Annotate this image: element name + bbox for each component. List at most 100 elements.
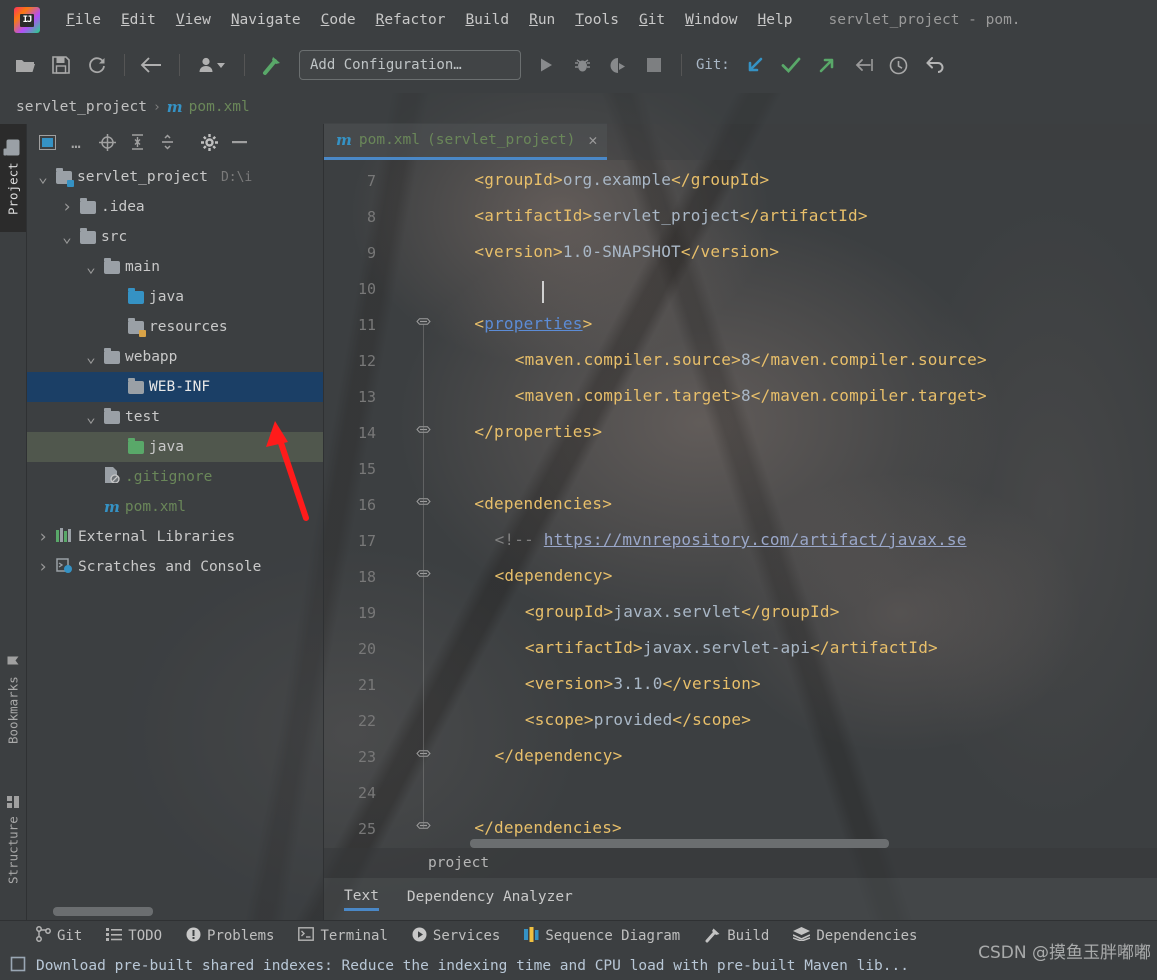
breadcrumb-project[interactable]: servlet_project [16,99,147,115]
chevron-down-icon[interactable]: ⌄ [83,409,99,425]
tree-node[interactable]: java [27,282,323,312]
tree-node[interactable]: › External Libraries [27,522,323,552]
tool-window-button-build[interactable]: Build [704,926,769,947]
menu-navigate[interactable]: Navigate [221,10,311,30]
rollback-icon[interactable] [918,50,952,80]
hammer-icon[interactable] [255,50,289,80]
user-dropdown-icon[interactable] [190,50,234,80]
gear-icon[interactable] [195,129,223,155]
tool-window-button-todo[interactable]: TODO [106,927,162,945]
editor-gutter[interactable]: 7 8 9 10 11 12 13 14 15 16 17 18 19 20 21 22 23 24 25 [324,160,434,848]
code-line[interactable]: <maven.compiler.target>8</maven.compiler… [515,386,987,405]
tool-window-button-problems[interactable]: Problems [186,927,274,946]
tree-node[interactable]: resources [27,312,323,342]
chevron-right-icon[interactable]: › [59,197,75,217]
chevron-down-icon[interactable]: ⌄ [35,169,51,185]
editor-tab-pom-xml[interactable]: m pom.xml (servlet_project) ✕ [324,123,608,160]
push-arrow-icon[interactable] [810,50,844,80]
debug-icon[interactable] [565,50,599,80]
update-project-icon[interactable] [738,50,772,80]
xml-comment-link[interactable]: https://mvnrepository.com/artifact/javax… [544,530,967,549]
history-clock-icon[interactable] [882,50,916,80]
tree-node[interactable]: ⌄ servlet_project D:\i [27,162,323,192]
tool-window-button-terminal[interactable]: Terminal [298,927,388,945]
code-line[interactable]: <version>1.0-SNAPSHOT</version> [474,242,779,261]
tree-node[interactable]: WEB-INF [27,372,323,402]
code-line[interactable]: <scope>provided</scope> [525,710,751,729]
line-number: 22 [357,712,376,730]
editor-hscrollbar[interactable] [434,839,1157,848]
refresh-icon[interactable] [80,50,114,80]
code-line[interactable]: <groupId>org.example</groupId> [474,170,769,189]
xml-value: 8 [740,386,751,405]
code-line[interactable]: <dependency> [495,566,613,585]
scroll-from-source-icon[interactable] [93,129,121,155]
code-line[interactable]: </dependency> [495,746,623,765]
tool-window-button-dependencies[interactable]: Dependencies [793,927,918,945]
code-line[interactable]: <groupId>javax.servlet</groupId> [525,602,840,621]
code-line[interactable]: <artifactId>servlet_project</artifactId> [474,206,867,225]
tree-node[interactable]: ⌄ test [27,402,323,432]
menu-tools[interactable]: Tools [565,10,629,30]
tree-node[interactable]: m pom.xml [27,492,323,522]
ellipsis-icon[interactable]: … [63,129,91,155]
tree-node[interactable]: ⌄ src [27,222,323,252]
breadcrumb-file[interactable]: pom.xml [189,99,250,115]
menu-build[interactable]: Build [455,10,519,30]
minimize-icon[interactable] [225,129,253,155]
code-line[interactable]: <maven.compiler.source>8</maven.compiler… [515,350,987,369]
menu-help[interactable]: Help [748,10,803,30]
code-editor[interactable]: 7 8 9 10 11 12 13 14 15 16 17 18 19 20 21 22 23 24 25 <gro… [324,160,1157,848]
tree-node[interactable]: java [27,432,323,462]
tool-window-button-sequence-diagram[interactable]: Sequence Diagram [524,926,680,946]
run-with-coverage-icon[interactable] [601,50,635,80]
menu-git[interactable]: Git [629,10,675,30]
editor-bottom-tab[interactable]: Text [344,888,379,911]
menu-file[interactable]: File [56,10,111,30]
code-line[interactable]: </properties> [474,422,602,441]
close-icon[interactable]: ✕ [588,131,597,149]
chevron-down-icon[interactable]: ⌄ [59,229,75,245]
tool-window-button-services[interactable]: Services [412,927,500,946]
tree-node[interactable]: ⌄ webapp [27,342,323,372]
arrow-left-icon[interactable] [135,50,169,80]
commit-checkmark-icon[interactable] [774,50,808,80]
project-tree-hscrollbar[interactable] [53,907,315,916]
menu-window[interactable]: Window [675,10,747,30]
menu-refactor[interactable]: Refactor [366,10,456,30]
code-line[interactable]: <properties> [474,314,592,333]
window-mode-icon[interactable] [33,129,61,155]
menu-run[interactable]: Run [519,10,565,30]
rail-tab-structure[interactable]: Structure [0,774,26,906]
tree-node[interactable]: › .idea [27,192,323,222]
rail-tab-project[interactable]: Project [0,124,26,232]
code-line[interactable]: </dependencies> [474,818,622,837]
code-line[interactable]: <dependencies> [474,494,612,513]
save-icon[interactable] [44,50,78,80]
status-message[interactable]: Download pre-built shared indexes: Reduc… [36,958,909,974]
collapse-all-icon[interactable] [153,129,181,155]
code-lines[interactable]: <groupId>org.example</groupId> <artifactI… [434,160,1157,848]
chevron-right-icon[interactable]: › [35,557,51,577]
run-configuration-selector[interactable]: Add Configuration… [299,50,521,80]
tool-window-button-git[interactable]: Git [36,926,82,946]
tree-node[interactable]: ⌄ main [27,252,323,282]
menu-edit[interactable]: Edit [111,10,166,30]
code-line[interactable]: <artifactId>javax.servlet-api</artifactI… [525,638,938,657]
stop-icon[interactable] [637,50,671,80]
code-line[interactable]: <version>3.1.0</version> [525,674,761,693]
tree-node[interactable]: .gitignore [27,462,323,492]
folder-open-icon[interactable] [8,50,42,80]
rebase-icon[interactable] [846,50,880,80]
chevron-down-icon[interactable]: ⌄ [83,259,99,275]
run-icon[interactable] [529,50,563,80]
chevron-right-icon[interactable]: › [35,527,51,547]
tree-node[interactable]: › Scratches and Console [27,552,323,582]
expand-all-icon[interactable] [123,129,151,155]
menu-view[interactable]: View [166,10,221,30]
menu-code[interactable]: Code [311,10,366,30]
code-line[interactable]: <!-- https://mvnrepository.com/artifact/… [495,530,967,549]
chevron-down-icon[interactable]: ⌄ [83,349,99,365]
editor-bottom-tab[interactable]: Dependency Analyzer [407,889,573,909]
rail-tab-bookmarks[interactable]: Bookmarks [0,634,26,764]
